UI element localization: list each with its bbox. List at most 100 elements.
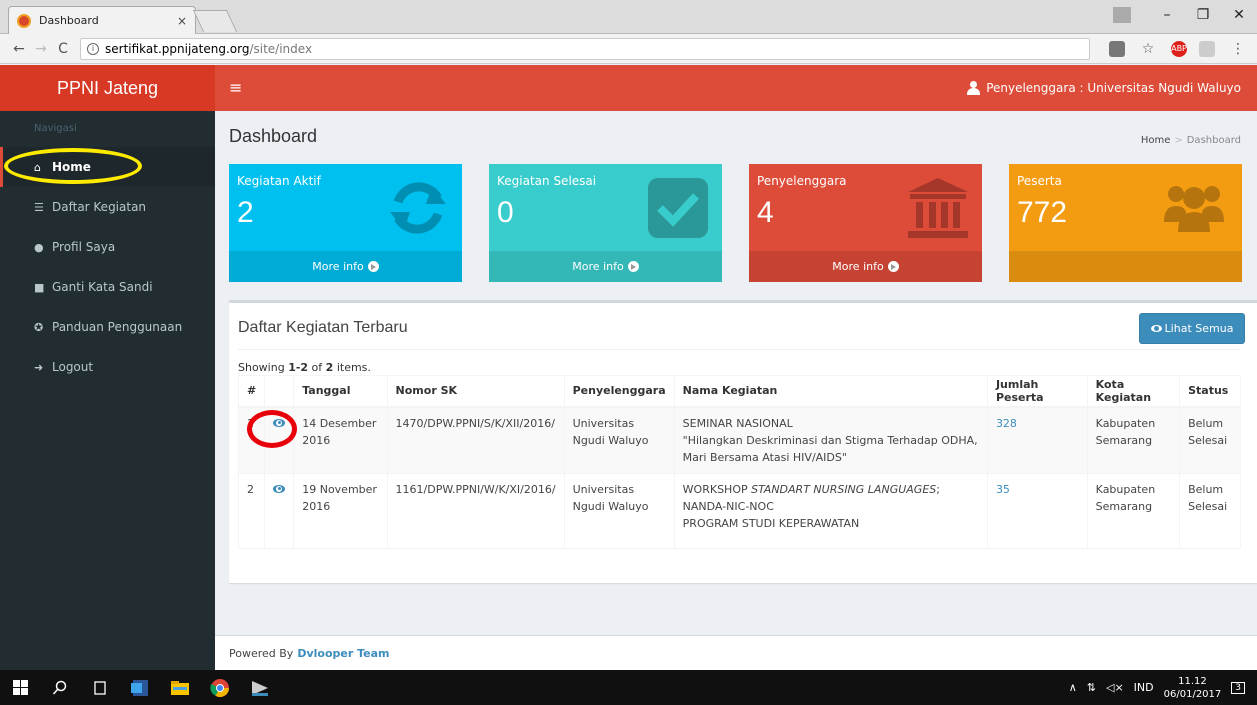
jumlah-peserta-cell: 328 (986, 406, 1088, 474)
sidebar-item-logout[interactable]: ➜ Logout (0, 347, 215, 387)
footer-prefix: Powered By (229, 646, 294, 660)
address-bar: ← → C i sertifikat.ppnijateng.org/site/i… (0, 34, 1257, 64)
tab-close-icon[interactable]: × (177, 14, 187, 28)
chrome-app-icon[interactable] (200, 670, 240, 705)
start-button[interactable] (0, 670, 40, 705)
notification-center-icon[interactable]: 3 (1231, 681, 1245, 694)
footer-team-link[interactable]: Dvlooper Team (297, 647, 389, 660)
sidebar-item-profil-saya[interactable]: ● Profil Saya (0, 227, 215, 267)
summary-mid: of (308, 361, 326, 374)
home-icon: ⌂ (34, 160, 41, 174)
column-header[interactable]: Status (1179, 375, 1241, 408)
column-header[interactable]: Kota Kegiatan (1086, 375, 1181, 408)
app-logo[interactable]: PPNI Jateng (0, 65, 215, 111)
translate-icon[interactable] (1109, 40, 1125, 57)
new-tab-button[interactable] (192, 10, 238, 32)
stat-boxes: Kegiatan Aktif 2 More info Kegiatan Sele… (229, 164, 1245, 282)
minimize-button[interactable]: – (1149, 7, 1185, 23)
jumlah-peserta-cell: 35 (986, 472, 1088, 549)
network-icon[interactable]: ⇅ (1087, 681, 1096, 694)
jumlah-peserta-link[interactable]: 35 (996, 483, 1010, 496)
list-icon: ☰ (34, 200, 44, 214)
tray-expand-icon[interactable]: ∧ (1069, 681, 1077, 694)
nama-kegiatan-italic: STANDART NURSING LANGUAGES (751, 482, 937, 496)
more-info-label: More info (312, 260, 364, 273)
clock[interactable]: 11.12 06/01/2017 (1164, 675, 1222, 701)
nama-kegiatan-line1: SEMINAR NASIONAL (682, 416, 793, 430)
task-view-icon[interactable] (80, 670, 120, 705)
breadcrumb: Home > Dashboard (1141, 135, 1241, 146)
more-info-link[interactable]: More info (749, 251, 982, 282)
reload-icon[interactable]: C (52, 41, 74, 57)
column-header: # (237, 375, 266, 408)
profile-icon[interactable] (1113, 7, 1131, 23)
stat-box-kegiatan-selesai: Kegiatan Selesai 0 More info (489, 164, 722, 282)
arrow-circle-right-icon (887, 261, 899, 272)
status-cell: Belum Selesai (1179, 472, 1241, 549)
nama-kegiatan-line2: "Hilangkan Deskriminasi dan Stigma Terha… (682, 433, 978, 464)
user-icon: ● (34, 240, 44, 254)
more-info-link[interactable]: More info (229, 251, 462, 282)
sidebar-item-home[interactable]: ⌂ Home (0, 147, 215, 187)
page-footer: Powered By Dvlooper Team (215, 635, 1257, 670)
forward-icon[interactable]: → (30, 41, 52, 57)
activities-table: # Tanggal Nomor SK Penyelenggara Nama Ke… (237, 375, 1241, 549)
bookmark-star-icon[interactable]: ☆ (1137, 41, 1159, 57)
jumlah-peserta-link[interactable]: 328 (996, 417, 1017, 430)
clock-time: 11.12 (1178, 675, 1207, 687)
breadcrumb-separator: > (1174, 135, 1183, 146)
lihat-semua-label: Lihat Semua (1164, 322, 1234, 335)
browser-tab[interactable]: Dashboard × (8, 6, 196, 34)
window-controls: – ❐ ✕ (1113, 0, 1257, 30)
stat-value: 772 (1017, 196, 1068, 229)
panel-divider (238, 349, 1241, 350)
eye-icon[interactable] (273, 484, 286, 493)
sidebar-item-ganti-kata-sandi[interactable]: ■ Ganti Kata Sandi (0, 267, 215, 307)
column-header[interactable]: Nama Kegiatan (673, 375, 988, 408)
user-menu[interactable]: Penyelenggara : Universitas Ngudi Waluyo (966, 65, 1241, 111)
kota-cell: Kabupaten Semarang (1086, 406, 1181, 474)
nama-kegiatan-cell: SEMINAR NASIONAL "Hilangkan Deskriminasi … (673, 406, 988, 474)
view-cell (264, 472, 295, 549)
breadcrumb-home[interactable]: Home (1141, 135, 1171, 146)
sidebar-item-daftar-kegiatan[interactable]: ☰ Daftar Kegiatan (0, 187, 215, 227)
language-indicator[interactable]: IND (1134, 681, 1154, 694)
info-icon[interactable]: i (87, 42, 99, 55)
file-explorer-icon[interactable] (160, 670, 200, 705)
signout-icon: ➜ (34, 360, 44, 374)
back-icon[interactable]: ← (8, 41, 30, 57)
more-info-label: More info (572, 260, 624, 273)
search-icon[interactable] (40, 670, 80, 705)
row-number: 1 (237, 406, 266, 474)
browser-menu-icon[interactable]: ⋮ (1227, 41, 1249, 57)
breadcrumb-current: Dashboard (1186, 135, 1241, 146)
word-app-icon[interactable] (120, 670, 160, 705)
lihat-semua-button[interactable]: Lihat Semua (1139, 313, 1245, 344)
nama-kegiatan-line2: PROGRAM STUDI KEPERAWATAN (682, 516, 860, 530)
column-header[interactable]: Jumlah Peserta (986, 375, 1088, 408)
column-header[interactable]: Tanggal (293, 375, 388, 408)
more-info-label: More info (832, 260, 884, 273)
favicon-icon (17, 13, 31, 28)
maximize-button[interactable]: ❐ (1185, 7, 1221, 23)
column-header[interactable]: Nomor SK (386, 375, 565, 408)
menu-toggle-icon[interactable]: ≡ (229, 78, 242, 97)
tanggal-cell: 19 November 2016 (293, 472, 388, 549)
view-cell (264, 406, 295, 474)
more-info-link[interactable]: More info (489, 251, 722, 282)
clock-date: 06/01/2017 (1163, 688, 1222, 700)
url-input[interactable]: i sertifikat.ppnijateng.org/site/index (80, 37, 1090, 60)
eye-icon[interactable] (273, 418, 286, 427)
table-summary: Showing 1-2 of 2 items. (238, 361, 371, 374)
windows-logo-icon (12, 680, 28, 695)
tanggal-cell: 14 Desember 2016 (293, 406, 388, 474)
penyelenggara-cell: Universitas Ngudi Waluyo (563, 472, 675, 549)
extension-icon[interactable] (1199, 40, 1215, 57)
column-header[interactable]: Penyelenggara (563, 375, 675, 408)
sidebar-item-label: Logout (52, 360, 94, 374)
adblock-icon[interactable]: ABP (1171, 40, 1187, 57)
sidebar-item-panduan-penggunaan[interactable]: ✪ Panduan Penggunaan (0, 307, 215, 347)
app-icon[interactable] (240, 670, 280, 705)
close-window-button[interactable]: ✕ (1221, 7, 1257, 23)
volume-icon[interactable]: ◁× (1106, 681, 1124, 694)
